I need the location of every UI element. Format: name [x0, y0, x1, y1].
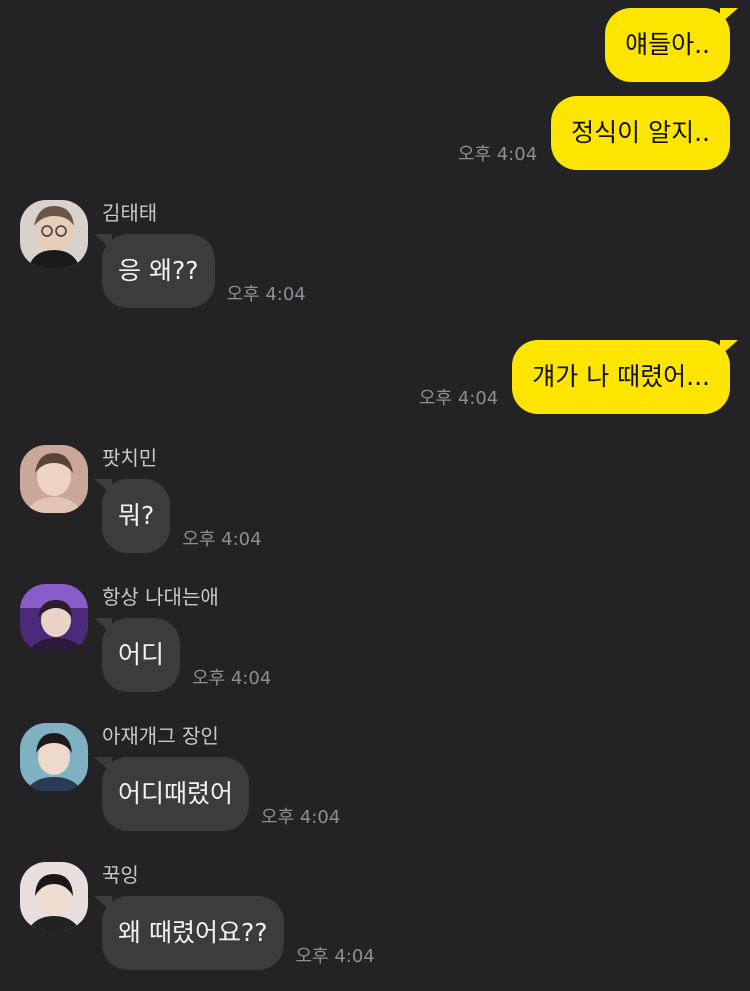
sender-name: 항상 나대는애: [102, 585, 219, 609]
avatar[interactable]: [20, 200, 88, 268]
chat-area: 얘들아.. 오후 4:04 정식이 알지.. 김태태 응 왜?? 오후 4:04…: [0, 0, 750, 991]
message-timestamp: 오후 4:04: [418, 388, 499, 409]
sender-name: 김태태: [102, 201, 158, 225]
message-timestamp: 오후 4:04: [457, 144, 538, 165]
sender-name: 꾹잉: [102, 863, 139, 887]
avatar[interactable]: [20, 723, 88, 791]
message-timestamp: 오후 4:04: [261, 807, 341, 828]
message-timestamp: 오후 4:04: [192, 668, 272, 689]
message-bubble[interactable]: 어디때렸어: [93, 757, 250, 831]
sender-name: 아재개그 장인: [102, 724, 219, 748]
message-row: 어디때렸어 오후 4:04: [93, 757, 341, 831]
message-bubble[interactable]: 걔가 나 때렸어...: [512, 340, 738, 414]
message-row: 어디 오후 4:04: [93, 618, 272, 692]
message-timestamp: 오후 4:04: [226, 284, 306, 305]
message-row: 왜 때렸어요?? 오후 4:04: [94, 896, 375, 970]
message-outgoing: 오후 4:04 걔가 나 때렸어...: [418, 340, 738, 414]
avatar[interactable]: [20, 862, 88, 930]
message-bubble[interactable]: 정식이 알지..: [551, 96, 730, 170]
avatar[interactable]: [20, 445, 88, 513]
message-row: 뭐? 오후 4:04: [93, 479, 262, 553]
sender-name: 팟치민: [102, 446, 158, 470]
message-bubble[interactable]: 얘들아..: [605, 8, 738, 82]
message-bubble[interactable]: 왜 때렸어요??: [94, 896, 284, 970]
message-timestamp: 오후 4:04: [182, 529, 262, 550]
message-bubble[interactable]: 응 왜??: [94, 234, 215, 308]
message-outgoing: 얘들아..: [605, 8, 738, 82]
message-bubble[interactable]: 뭐?: [93, 479, 171, 553]
message-row: 응 왜?? 오후 4:04: [94, 234, 306, 308]
message-bubble[interactable]: 어디: [93, 618, 181, 692]
message-outgoing: 오후 4:04 정식이 알지..: [458, 96, 730, 170]
message-timestamp: 오후 4:04: [295, 946, 375, 967]
avatar[interactable]: [20, 584, 88, 652]
